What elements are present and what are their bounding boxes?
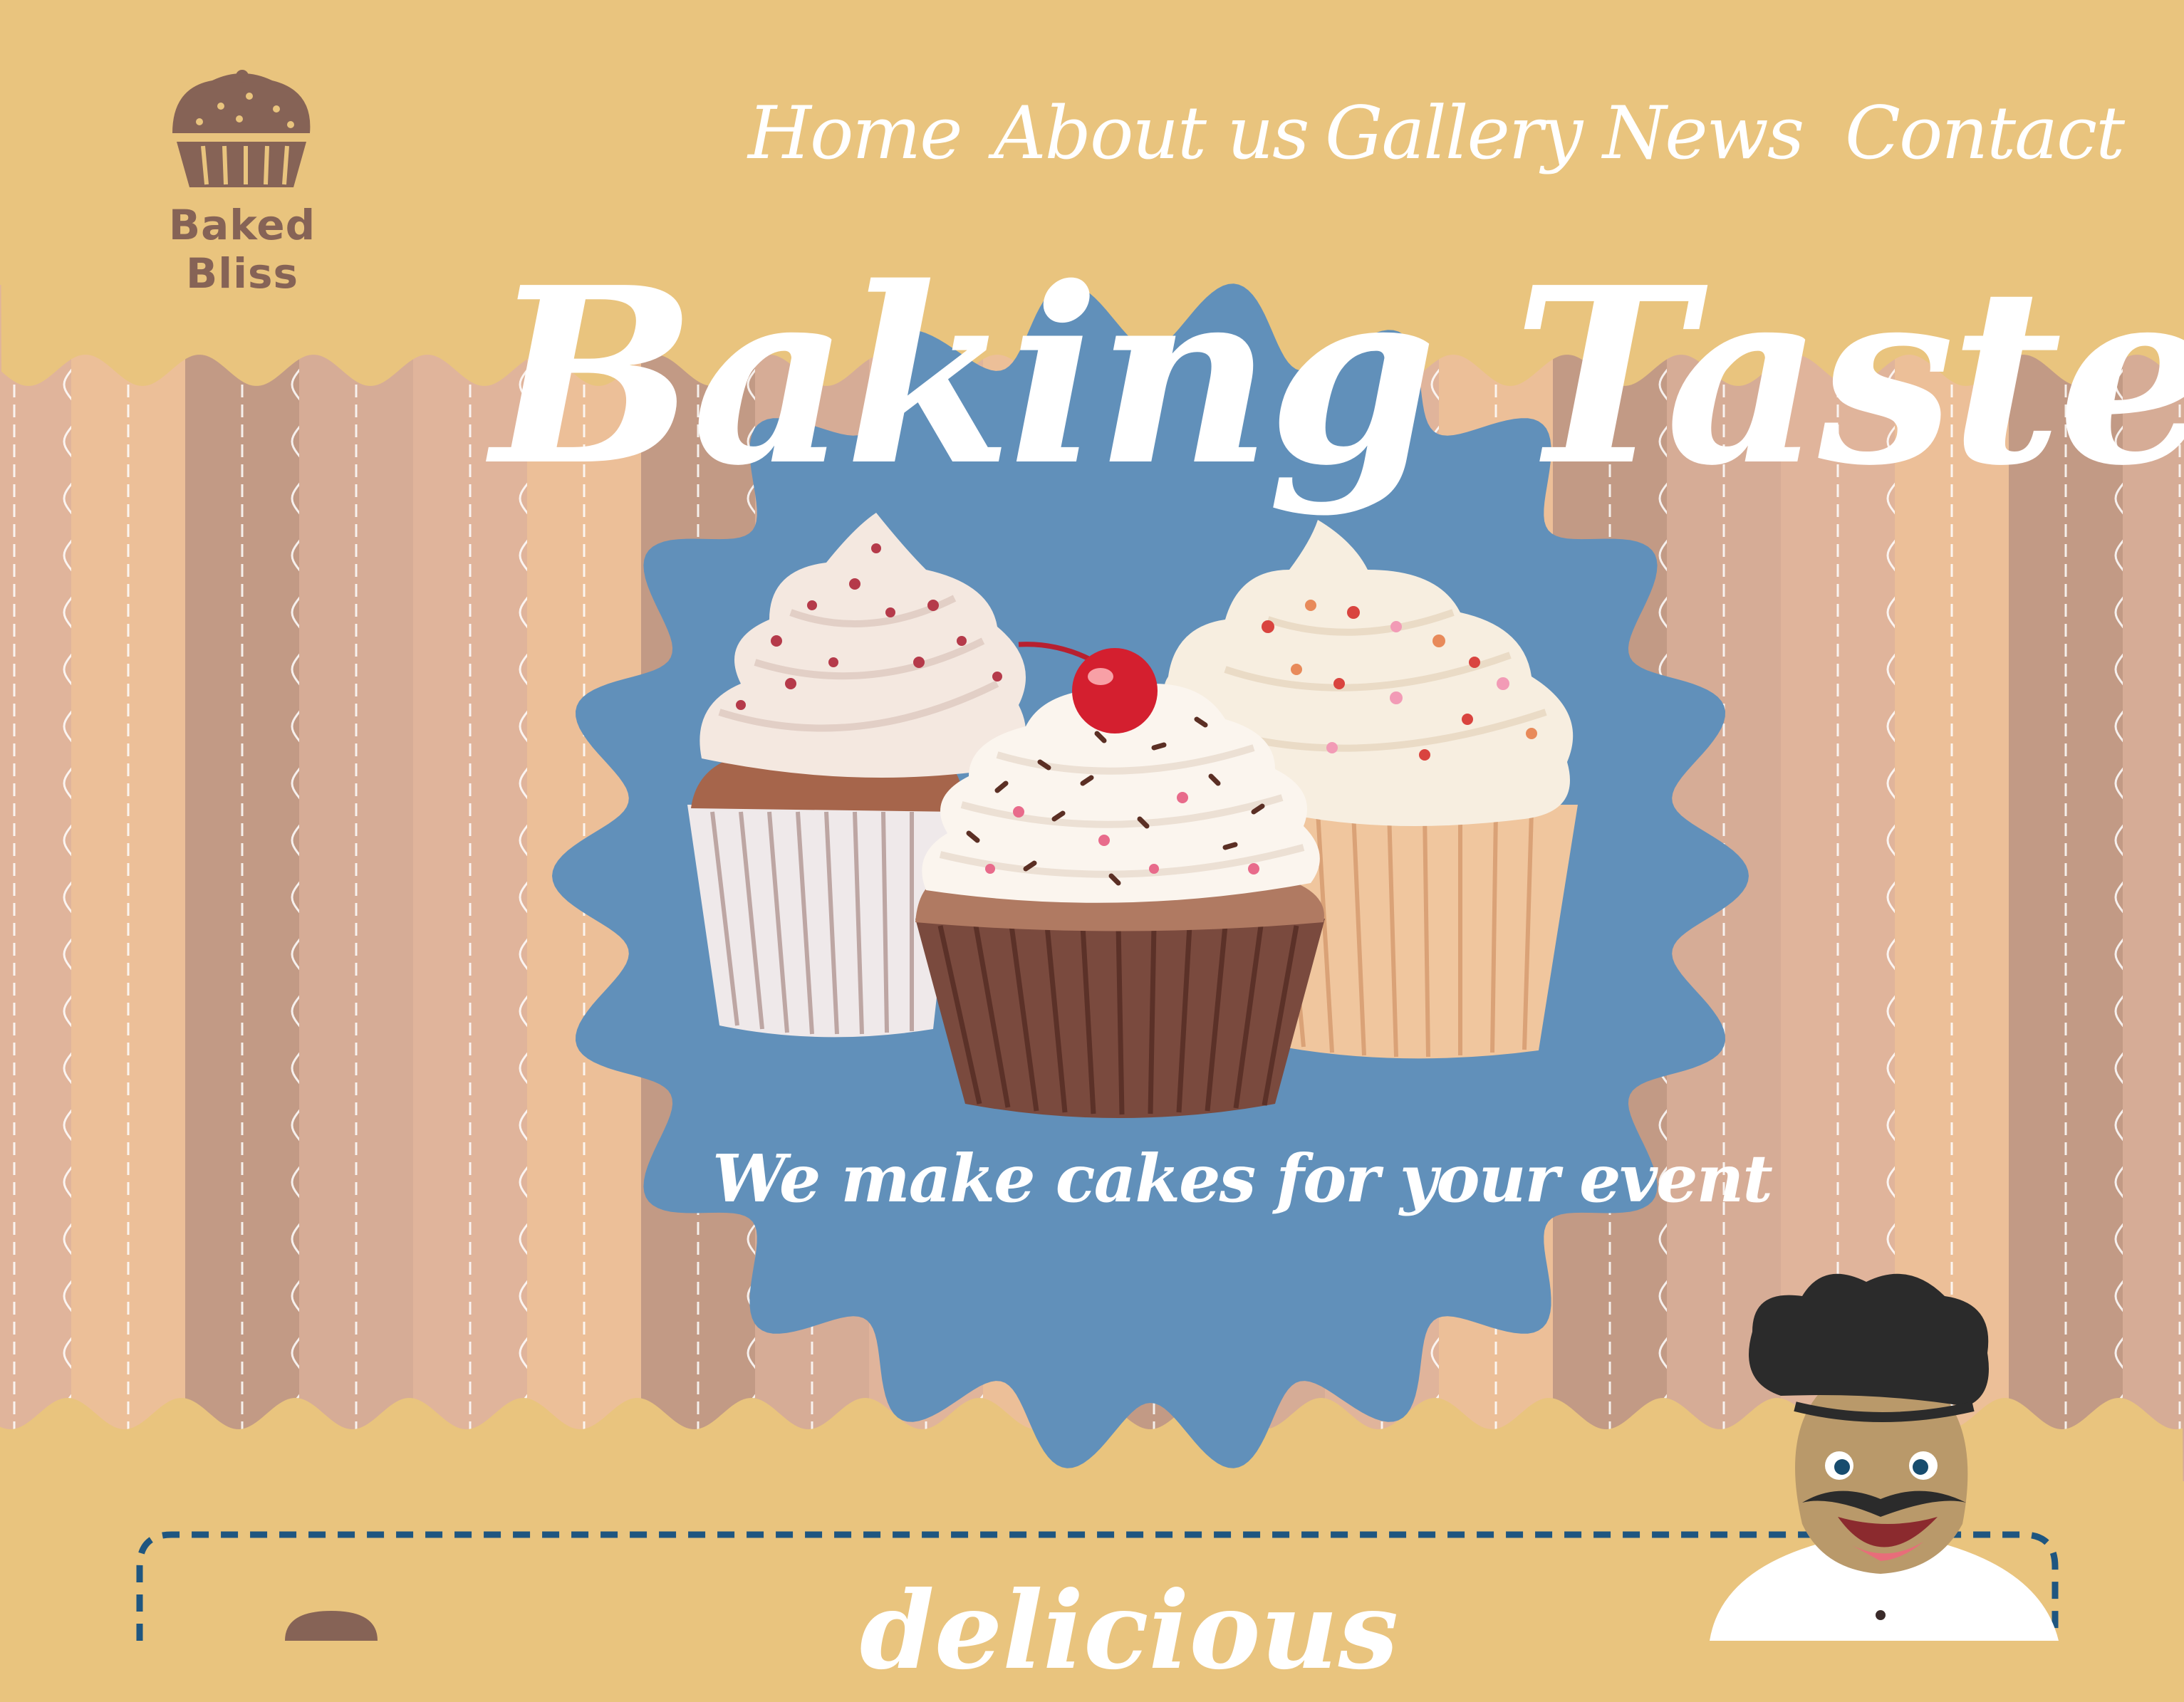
page: Baked Bliss Home About us Gallery News C… <box>0 0 2184 1693</box>
section-heading: delicious <box>859 1568 1399 1693</box>
hero-title: Baking Taste <box>492 235 2184 519</box>
hero-subtitle: We make cakes for your event <box>712 1140 1773 1217</box>
